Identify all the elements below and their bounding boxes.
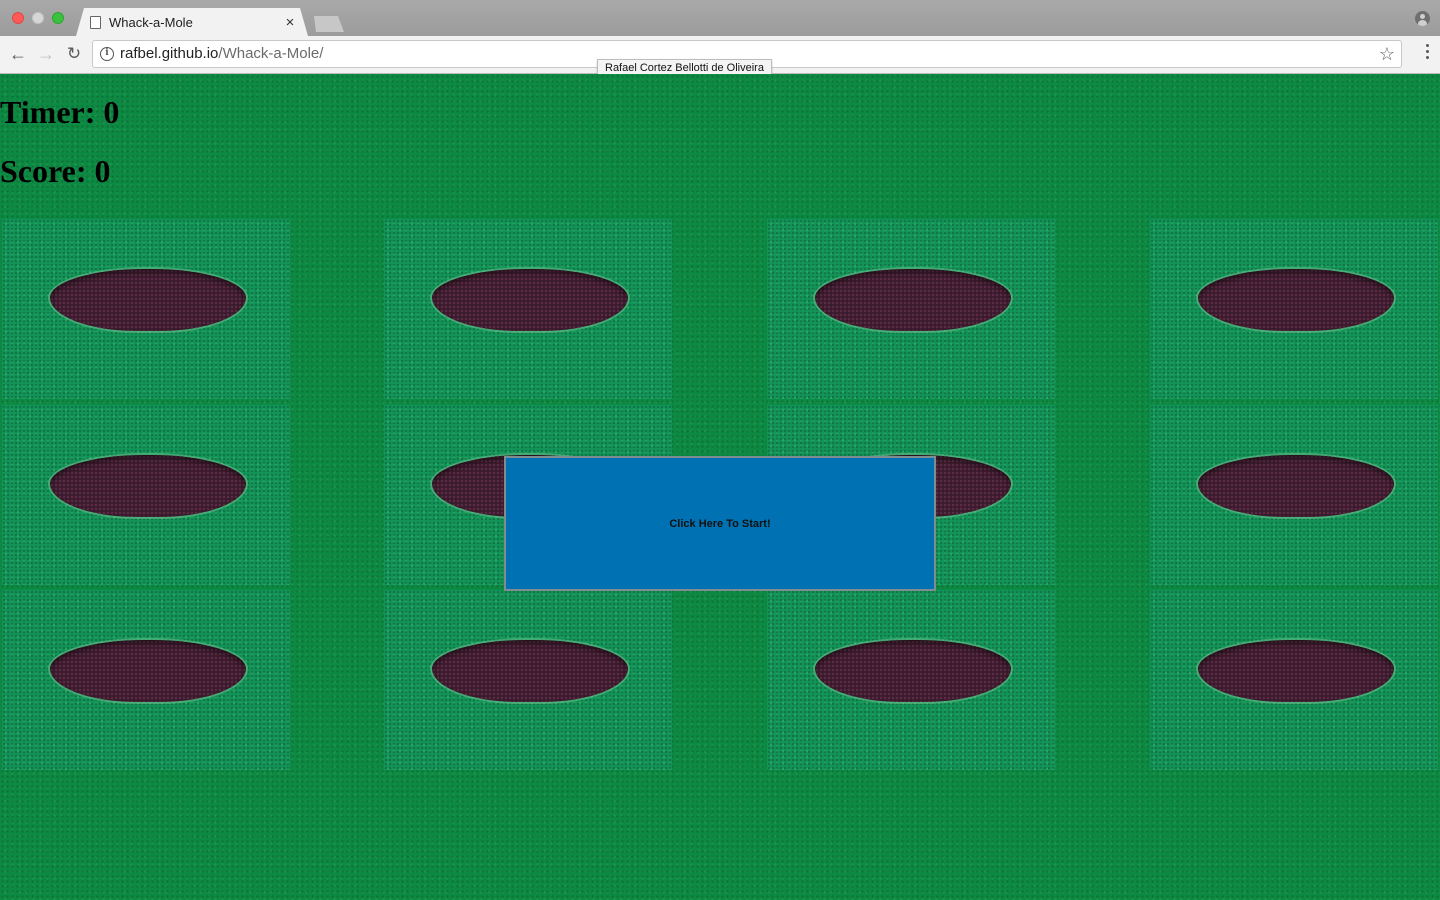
mole-hole[interactable] <box>50 269 246 331</box>
mole-hole[interactable] <box>1198 640 1394 702</box>
hole-cell <box>1150 405 1438 585</box>
minimize-window-button[interactable] <box>32 12 44 24</box>
url-path: /Whack-a-Mole/ <box>218 45 324 62</box>
url-host: rafbel.github.io <box>120 45 219 62</box>
hole-cell <box>767 219 1055 399</box>
browser-tab[interactable]: Whack-a-Mole × <box>76 8 308 36</box>
mole-hole[interactable] <box>815 640 1011 702</box>
url-text[interactable]: rafbel.github.io/Whack-a-Mole/ <box>120 41 323 67</box>
timer-display: Timer: 0 <box>0 94 120 130</box>
page-icon <box>90 15 101 29</box>
menu-icon[interactable] <box>1426 44 1430 64</box>
maximize-window-button[interactable] <box>52 12 64 24</box>
hole-cell <box>1150 219 1438 399</box>
star-icon[interactable]: ☆ <box>1379 42 1395 66</box>
hole-cell <box>2 590 290 770</box>
hole-cell <box>1150 590 1438 770</box>
mole-hole[interactable] <box>1198 455 1394 517</box>
mole-hole[interactable] <box>1198 269 1394 331</box>
back-arrow-icon[interactable]: ← <box>7 43 29 65</box>
hole-cell <box>2 405 290 585</box>
start-button[interactable]: Click Here To Start! <box>504 456 936 591</box>
info-icon[interactable]: i <box>100 47 114 61</box>
close-window-button[interactable] <box>12 12 24 24</box>
forward-arrow-icon[interactable]: → <box>35 43 57 65</box>
game-field: Timer: 0 Score: 0 Click Here To Start! <box>0 74 1440 900</box>
hole-cell <box>767 590 1055 770</box>
score-display: Score: 0 <box>0 153 111 189</box>
new-tab-button[interactable] <box>314 16 344 32</box>
mole-hole[interactable] <box>432 640 628 702</box>
hole-cell <box>384 590 672 770</box>
browser-tab-strip: Whack-a-Mole × <box>0 0 1440 36</box>
mole-hole[interactable] <box>50 640 246 702</box>
hole-cell <box>384 219 672 399</box>
tab-title: Whack-a-Mole <box>109 14 193 30</box>
hole-cell <box>2 219 290 399</box>
mole-hole[interactable] <box>50 455 246 517</box>
mole-hole[interactable] <box>432 269 628 331</box>
profile-icon[interactable] <box>1415 11 1430 26</box>
mole-hole[interactable] <box>815 269 1011 331</box>
close-icon[interactable]: × <box>282 14 298 31</box>
reload-icon[interactable]: ↻ <box>63 43 85 65</box>
